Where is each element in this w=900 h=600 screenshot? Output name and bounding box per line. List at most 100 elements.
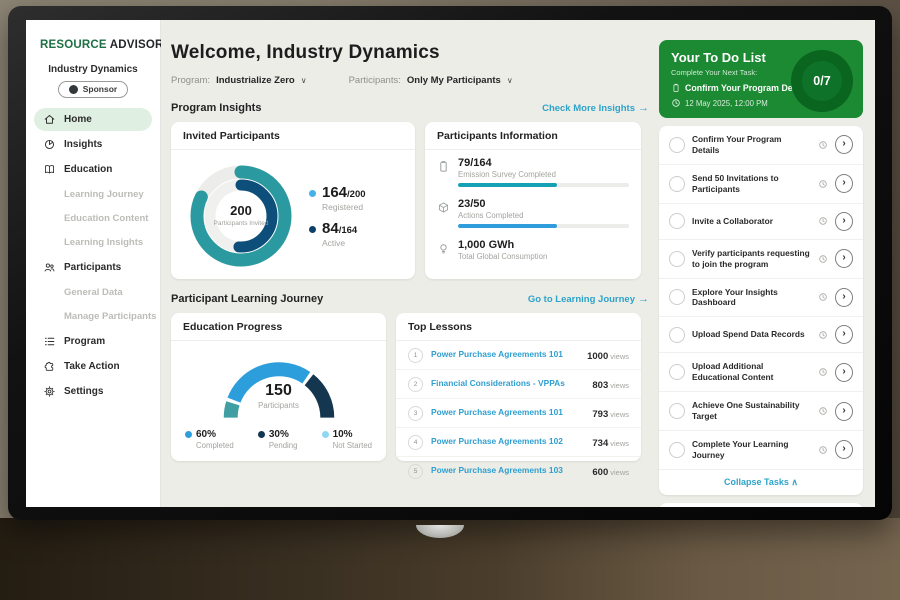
todo-checkbox[interactable]	[669, 251, 685, 267]
insights-cards-row: Invited Participants	[171, 122, 649, 279]
check-more-insights-link[interactable]: Check More Insights→	[542, 102, 649, 114]
lesson-link[interactable]: Power Purchase Agreements 102	[431, 437, 584, 446]
todo-item-achieve-one-sustainability-target[interactable]: Achieve One Sustainability Target›	[659, 392, 863, 431]
stat-value: 1,000 GWh	[458, 239, 629, 251]
sidebar-item-label: General Data	[64, 287, 123, 298]
stat-actions-completed: 23/50Actions Completed	[425, 191, 641, 232]
legend-label: Pending	[269, 441, 298, 450]
todo-checkbox[interactable]	[669, 176, 685, 192]
sponsor-badge: Sponsor	[58, 81, 128, 98]
lesson-views-label: views	[610, 468, 629, 477]
todo-item-invite-a-collaborator[interactable]: Invite a Collaborator›	[659, 204, 863, 240]
sidebar-item-label: Education	[64, 164, 112, 175]
todo-item-open-button[interactable]: ›	[835, 288, 853, 307]
sidebar-item-general-data[interactable]: General Data	[34, 282, 152, 303]
learning-journey-title: Participant Learning Journey	[171, 293, 323, 305]
sidebar-item-learning-insights[interactable]: Learning Insights	[34, 232, 152, 253]
monitor-bezel: RESOURCE ADVISOR+ Industry Dynamics Spon…	[8, 6, 892, 520]
sidebar-item-education-content[interactable]: Education Content	[34, 208, 152, 229]
legend-total: /164	[339, 225, 358, 236]
todo-checkbox[interactable]	[669, 289, 685, 305]
program-filter[interactable]: Program: Industrialize Zero ∨	[171, 75, 307, 86]
stat-label: Total Global Consumption	[458, 252, 629, 261]
sidebar-item-settings[interactable]: Settings	[34, 380, 152, 403]
todo-checkbox[interactable]	[669, 327, 685, 343]
donut-legend: 164/200Registered84/164Active	[309, 176, 366, 257]
sidebar-item-manage-participants[interactable]: Manage Participants	[34, 306, 152, 327]
lesson-link[interactable]: Power Purchase Agreements 101	[431, 408, 584, 417]
todo-item-open-button[interactable]: ›	[835, 363, 853, 382]
arrow-right-icon: →	[638, 293, 649, 305]
participants-filter-value: Only My Participants	[407, 75, 501, 86]
todo-item-confirm-your-program-details[interactable]: Confirm Your Program Details›	[659, 126, 863, 165]
lesson-views-label: views	[610, 439, 629, 448]
chevron-down-icon: ∨	[507, 76, 513, 85]
todo-checkbox[interactable]	[669, 137, 685, 153]
todo-progress-value: 0/7	[802, 61, 842, 101]
action-icon	[43, 360, 56, 373]
logo-advisor: ADVISOR	[110, 39, 164, 51]
sidebar-item-label: Program	[64, 336, 105, 347]
insights-icon	[43, 138, 56, 151]
todo-item-open-button[interactable]: ›	[835, 249, 853, 268]
todo-item-label: Send 50 Invitations to Participants	[692, 173, 811, 195]
chevron-up-icon: ∧	[791, 477, 798, 487]
lesson-link[interactable]: Power Purchase Agreements 101	[431, 350, 579, 359]
top-lessons-card: Top Lessons 1Power Purchase Agreements 1…	[396, 313, 641, 461]
legend-total: /200	[347, 189, 366, 200]
sidebar-item-insights[interactable]: Insights	[34, 133, 152, 156]
sidebar-item-label: Learning Journey	[64, 189, 144, 200]
lesson-link[interactable]: Power Purchase Agreements 103	[431, 466, 584, 475]
todo-item-send-50-invitations-to-participants[interactable]: Send 50 Invitations to Participants ›	[659, 165, 863, 204]
todo-item-open-button[interactable]: ›	[835, 325, 853, 344]
todo-item-upload-spend-data-records[interactable]: Upload Spend Data Records›	[659, 317, 863, 353]
legend-dot	[258, 431, 265, 438]
go-to-learning-journey-link[interactable]: Go to Learning Journey→	[528, 293, 649, 305]
todo-item-complete-your-learning-journey[interactable]: Complete Your Learning Journey›	[659, 431, 863, 470]
participants-filter[interactable]: Participants: Only My Participants ∨	[349, 75, 513, 86]
sidebar-item-label: Take Action	[64, 361, 120, 372]
clock-icon	[818, 216, 828, 226]
education-progress-card: Education Progress 150 Participants 60%C…	[171, 313, 386, 461]
stat-label: Emission Survey Completed	[458, 170, 629, 179]
sidebar-item-home[interactable]: Home	[34, 108, 152, 131]
donut-center: 200 Participants Invited	[181, 156, 301, 276]
sidebar-item-learning-journey[interactable]: Learning Journey	[34, 184, 152, 205]
todo-item-upload-additional-educational-content[interactable]: Upload Additional Educational Content›	[659, 353, 863, 392]
todo-item-open-button[interactable]: ›	[835, 135, 853, 154]
todo-item-open-button[interactable]: ›	[835, 174, 853, 193]
todo-item-verify-participants-requesting-to-join-the-program[interactable]: Verify participants requesting to join t…	[659, 240, 863, 279]
sidebar-item-participants[interactable]: Participants	[34, 256, 152, 279]
todo-checkbox[interactable]	[669, 213, 685, 229]
program-insights-header: Program Insights Check More Insights→	[171, 102, 649, 114]
lesson-link[interactable]: Financial Considerations - VPPAs	[431, 379, 584, 388]
todo-item-open-button[interactable]: ›	[835, 212, 853, 231]
sidebar-item-take-action[interactable]: Take Action	[34, 355, 152, 378]
lesson-views: 1000views	[587, 346, 629, 364]
sidebar-item-education[interactable]: Education	[34, 158, 152, 181]
stat-total-global-consumption: 1,000 GWhTotal Global Consumption	[425, 232, 641, 265]
sidebar-item-program[interactable]: Program	[34, 330, 152, 353]
stat-progress-bar	[458, 224, 629, 228]
invited-count-label: Participants Invited	[213, 220, 269, 228]
invited-count: 200	[230, 203, 252, 218]
todo-checkbox[interactable]	[669, 364, 685, 380]
legend-text: 84/164Active	[322, 221, 357, 248]
lesson-row: 2Financial Considerations - VPPAs803view…	[396, 370, 641, 399]
sidebar-item-label: Insights	[64, 139, 102, 150]
todo-checkbox[interactable]	[669, 403, 685, 419]
legend-item-active: 84/164Active	[309, 221, 366, 248]
todo-checkbox[interactable]	[669, 442, 685, 458]
invited-participants-card-title: Invited Participants	[171, 122, 415, 150]
education-icon	[43, 163, 56, 176]
legend-value: 164/200	[322, 185, 366, 200]
education-gauge-chart: 150 Participants	[204, 347, 354, 425]
stat-body: 79/164Emission Survey Completed	[458, 157, 629, 187]
stat-body: 1,000 GWhTotal Global Consumption	[458, 239, 629, 261]
sidebar-item-label: Settings	[64, 386, 103, 397]
todo-item-open-button[interactable]: ›	[835, 440, 853, 459]
todo-item-open-button[interactable]: ›	[835, 402, 853, 421]
collapse-tasks-link[interactable]: Collapse Tasks ∧	[659, 470, 863, 495]
legend-dot	[309, 190, 316, 197]
todo-item-explore-your-insights-dashboard[interactable]: Explore Your Insights Dashboard›	[659, 279, 863, 318]
